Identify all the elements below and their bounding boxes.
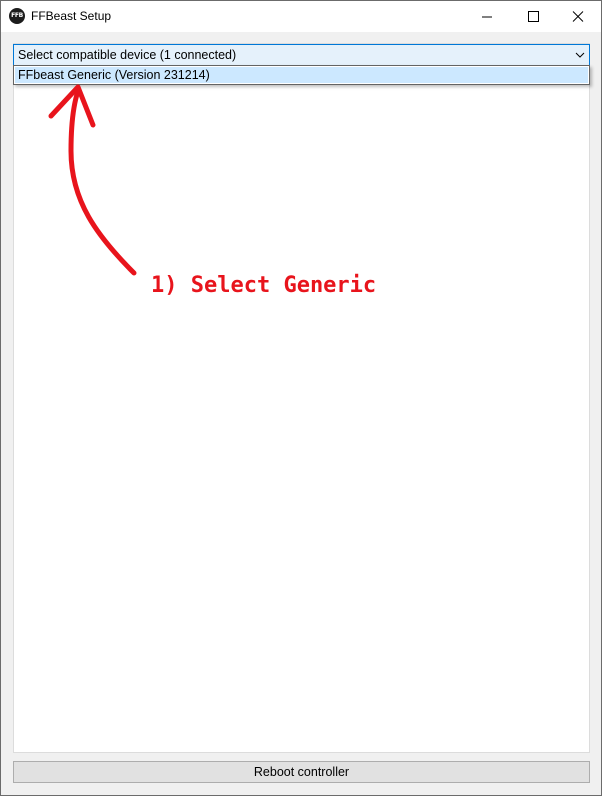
close-button[interactable]: [555, 1, 601, 32]
content-panel: [13, 43, 590, 753]
reboot-controller-label: Reboot controller: [253, 765, 350, 779]
device-select-value: Select compatible device (1 connected): [18, 48, 237, 62]
app-window: FFB FFBeast Setup Select compatible devi…: [0, 0, 602, 796]
minimize-icon: [482, 16, 492, 18]
window-title: FFBeast Setup: [31, 9, 112, 23]
reboot-controller-button[interactable]: Reboot controller: [13, 761, 590, 783]
device-dropdown-list: FFbeast Generic (Version 231214): [13, 65, 590, 85]
device-select[interactable]: Select compatible device (1 connected): [13, 44, 590, 66]
app-logo-icon: FFB: [9, 8, 25, 24]
app-logo-text: FFB: [11, 12, 23, 19]
title-bar: FFB FFBeast Setup: [1, 1, 601, 32]
dropdown-option-label: FFbeast Generic (Version 231214): [18, 68, 210, 82]
close-icon: [572, 11, 584, 22]
dropdown-option-generic[interactable]: FFbeast Generic (Version 231214): [15, 67, 588, 83]
client-area: Select compatible device (1 connected) F…: [1, 32, 601, 795]
maximize-button[interactable]: [510, 1, 556, 32]
annotation-label: 1) Select Generic: [151, 273, 377, 298]
minimize-button[interactable]: [464, 1, 510, 32]
maximize-icon: [528, 11, 539, 22]
chevron-down-icon[interactable]: [575, 51, 585, 59]
